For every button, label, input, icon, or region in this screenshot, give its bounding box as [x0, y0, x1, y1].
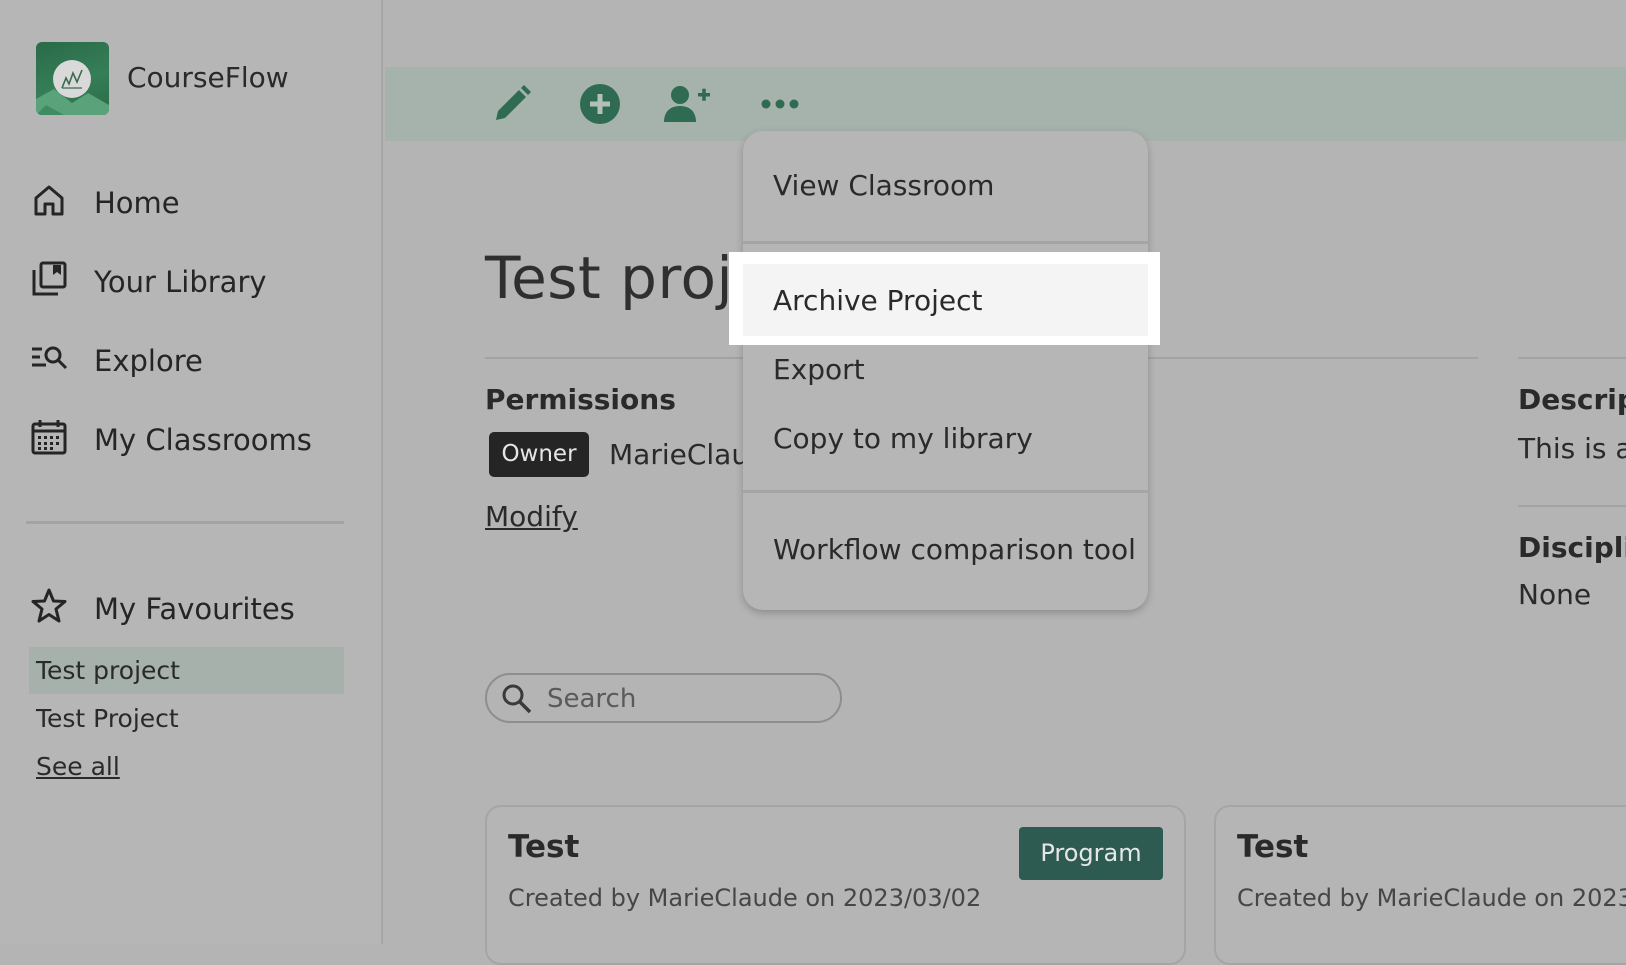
- home-icon: [34, 185, 64, 216]
- more-icon: [761, 99, 799, 109]
- card-subtitle: Created by MarieClaude on 2023/03/02: [508, 884, 982, 912]
- project-card[interactable]: Test Program Created by MarieClaude on 2…: [485, 805, 1186, 965]
- edit-button[interactable]: [485, 77, 539, 131]
- search-box: [485, 673, 842, 723]
- description-text: This is a: [1518, 432, 1626, 465]
- menu-item-copy-to-library[interactable]: Copy to my library: [773, 422, 1033, 455]
- star-icon: [31, 588, 67, 623]
- card-title: Test: [508, 829, 580, 865]
- add-button[interactable]: [573, 77, 627, 131]
- calendar-icon: [31, 420, 67, 455]
- search-input[interactable]: [545, 681, 829, 717]
- permissions-heading: Permissions: [485, 383, 676, 416]
- edit-icon: [496, 85, 531, 120]
- sidebar-item-favourites[interactable]: My Favourites: [29, 584, 295, 628]
- sidebar-item-label: My Classrooms: [94, 423, 312, 457]
- sidebar-item-library[interactable]: Your Library: [29, 257, 267, 301]
- add-icon: [580, 84, 620, 124]
- page-title: Test proje: [485, 244, 770, 312]
- card-title: Test: [1237, 829, 1309, 865]
- sidebar-item-label: Explore: [94, 344, 203, 378]
- discipline-text: None: [1518, 578, 1592, 611]
- sidebar-item-home[interactable]: Home: [29, 178, 180, 222]
- sidebar-item-label: My Favourites: [94, 592, 295, 626]
- sidebar-item-label: Your Library: [94, 265, 267, 299]
- sidebar-item-explore[interactable]: Explore: [29, 336, 203, 380]
- app-title[interactable]: CourseFlow: [127, 61, 289, 94]
- see-all-link[interactable]: See all: [29, 743, 344, 790]
- more-options-menu: View Classroom Export Copy to my library…: [743, 131, 1148, 610]
- sidebar: CourseFlow Home Your Library Explore My …: [0, 0, 383, 944]
- project-toolbar: [385, 67, 1626, 141]
- divider: [1518, 505, 1626, 507]
- project-card[interactable]: Test Created by MarieClaude on 2023/0: [1214, 805, 1626, 965]
- sidebar-item-classrooms[interactable]: My Classrooms: [29, 415, 312, 459]
- library-icon: [32, 261, 67, 296]
- menu-item-label: Archive Project: [773, 284, 983, 317]
- see-all-label: See all: [36, 752, 120, 781]
- divider: [1518, 357, 1626, 359]
- menu-item-view-classroom[interactable]: View Classroom: [773, 169, 994, 202]
- menu-separator: [743, 490, 1148, 493]
- discipline-heading: Disciplir: [1518, 531, 1626, 564]
- owner-badge: Owner: [489, 432, 589, 477]
- description-heading: Descript: [1518, 383, 1626, 416]
- more-options-button[interactable]: [753, 77, 807, 131]
- card-type-badge: Program: [1019, 827, 1163, 880]
- search-icon: [502, 684, 532, 714]
- card-subtitle: Created by MarieClaude on 2023/0: [1237, 884, 1626, 912]
- logo-emblem: [53, 60, 91, 98]
- menu-separator: [743, 241, 1148, 244]
- add-user-button[interactable]: [660, 77, 714, 131]
- explore-icon: [32, 346, 68, 370]
- courseflow-logo[interactable]: [36, 42, 109, 115]
- owner-name: MarieClau: [609, 438, 750, 471]
- modify-link[interactable]: Modify: [485, 500, 578, 533]
- menu-item-export[interactable]: Export: [773, 353, 865, 386]
- sidebar-divider: [26, 521, 344, 524]
- favourite-item[interactable]: Test project: [29, 647, 344, 694]
- menu-item-workflow-comparison[interactable]: Workflow comparison tool: [773, 533, 1136, 566]
- sidebar-item-label: Home: [94, 186, 180, 220]
- favourite-item[interactable]: Test Project: [29, 695, 344, 742]
- add-user-icon: [664, 86, 710, 122]
